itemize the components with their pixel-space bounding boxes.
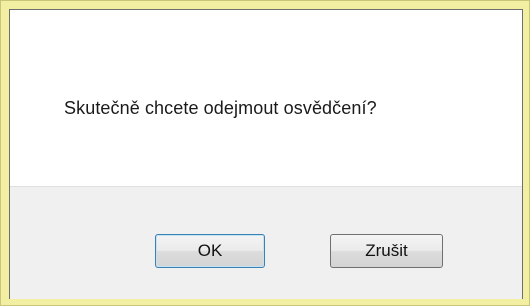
button-bar: OK Zrušit	[10, 186, 522, 299]
dialog-frame: Skutečně chcete odejmout osvědčení? OK Z…	[0, 0, 530, 306]
message-area: Skutečně chcete odejmout osvědčení?	[10, 10, 522, 186]
confirm-dialog: Skutečně chcete odejmout osvědčení? OK Z…	[9, 9, 523, 299]
dialog-message: Skutečně chcete odejmout osvědčení?	[64, 98, 377, 118]
ok-button[interactable]: OK	[155, 234, 265, 268]
cancel-button[interactable]: Zrušit	[330, 234, 443, 268]
